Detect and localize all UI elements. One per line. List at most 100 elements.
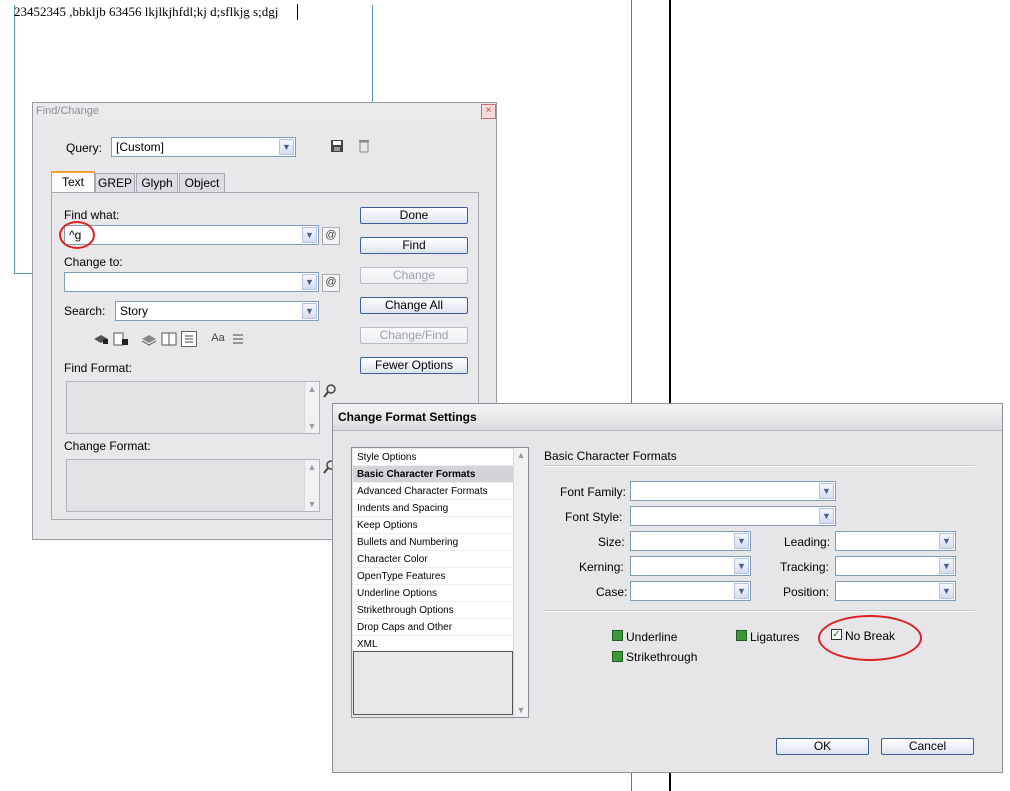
close-icon[interactable]: × (481, 104, 496, 119)
category-item[interactable]: Keep Options (353, 517, 513, 534)
case-select[interactable]: ▼ (630, 581, 751, 601)
chevron-down-icon[interactable]: ▼ (302, 303, 317, 319)
change-to-input[interactable]: ▼ (64, 272, 319, 292)
category-item[interactable]: Strikethrough Options (353, 602, 513, 619)
locked-layers-icon[interactable] (93, 332, 109, 346)
underline-checkbox[interactable] (612, 630, 623, 641)
divider (544, 465, 975, 467)
search-scope-select[interactable]: Story ▼ (115, 301, 319, 321)
category-list[interactable]: Style Options Basic Character Formats Adva… (351, 447, 529, 718)
font-family-select[interactable]: ▼ (630, 481, 836, 501)
find-what-label: Find what: (64, 208, 120, 222)
ligatures-checkbox[interactable] (736, 630, 747, 641)
chevron-down-icon[interactable]: ▼ (302, 274, 317, 290)
footnotes-icon[interactable] (181, 331, 197, 347)
chevron-down-icon[interactable]: ▼ (939, 533, 954, 549)
find-button[interactable]: Find (360, 237, 468, 254)
category-item[interactable]: Indents and Spacing (353, 500, 513, 517)
category-item[interactable]: Underline Options (353, 585, 513, 602)
list-empty-area (353, 651, 513, 715)
category-item[interactable]: Drop Caps and Other (353, 619, 513, 636)
ok-button[interactable]: OK (776, 738, 869, 755)
category-item[interactable]: Character Color (353, 551, 513, 568)
position-label: Position: (783, 585, 830, 599)
change-format-label: Change Format: (64, 439, 151, 453)
change-to-label: Change to: (64, 255, 123, 269)
master-pages-icon[interactable] (161, 332, 177, 346)
chevron-down-icon[interactable]: ▼ (939, 583, 954, 599)
find-change-titlebar[interactable]: Find/Change (33, 103, 496, 119)
chevron-down-icon[interactable]: ▼ (734, 583, 749, 599)
fewer-options-button[interactable]: Fewer Options (360, 357, 468, 374)
category-item[interactable]: Advanced Character Formats (353, 483, 513, 500)
change-button[interactable]: Change (360, 267, 468, 284)
hidden-layers-icon[interactable] (141, 332, 157, 346)
annotation-circle (818, 615, 922, 661)
tab-glyph[interactable]: Glyph (136, 173, 178, 193)
document-text[interactable]: 23452345 ,bbkljb 63456 lkjlkjhfdl;kj d;s… (14, 4, 278, 20)
chevron-down-icon[interactable]: ▼ (819, 508, 834, 524)
tracking-select[interactable]: ▼ (835, 556, 956, 576)
font-style-select[interactable]: ▼ (630, 506, 836, 526)
locked-stories-icon[interactable] (113, 332, 129, 346)
size-select[interactable]: ▼ (630, 531, 751, 551)
cancel-button[interactable]: Cancel (881, 738, 974, 755)
annotation-circle (59, 221, 95, 249)
leading-select[interactable]: ▼ (835, 531, 956, 551)
category-item[interactable]: Bullets and Numbering (353, 534, 513, 551)
done-button[interactable]: Done (360, 207, 468, 224)
query-value: [Custom] (116, 140, 165, 154)
strikethrough-label: Strikethrough (626, 650, 698, 664)
change-format-dialog: Change Format Settings Style Options Basi… (332, 403, 1003, 773)
scrollbar[interactable]: ▲ ▼ (513, 448, 528, 717)
category-item[interactable]: Basic Character Formats (353, 466, 513, 483)
leading-label: Leading: (784, 535, 831, 549)
underline-label: Underline (626, 630, 678, 644)
scrollbar[interactable]: ▲ ▼ (304, 460, 319, 511)
tab-grep[interactable]: GREP (95, 173, 135, 193)
change-find-button[interactable]: Change/Find (360, 327, 468, 344)
change-format-box[interactable]: ▲ ▼ (66, 459, 320, 512)
chevron-down-icon[interactable]: ▼ (819, 483, 834, 499)
scrollbar[interactable]: ▲ ▼ (304, 382, 319, 433)
query-label: Query: (66, 141, 103, 155)
size-label: Size: (598, 535, 625, 549)
whole-word-icon[interactable] (231, 332, 245, 346)
chevron-down-icon[interactable]: ▼ (734, 533, 749, 549)
chevron-down-icon[interactable]: ▼ (302, 227, 317, 243)
find-format-box[interactable]: ▲ ▼ (66, 381, 320, 434)
search-label: Search: (64, 304, 106, 318)
font-family-label: Font Family: (560, 485, 627, 499)
find-what-input[interactable]: ^g ▼ (64, 225, 319, 245)
tab-text[interactable]: Text (51, 171, 95, 193)
chevron-down-icon[interactable]: ▼ (279, 139, 294, 155)
divider (544, 610, 975, 612)
category-item[interactable]: OpenType Features (353, 568, 513, 585)
search-scope-value: Story (120, 304, 149, 318)
change-all-button[interactable]: Change All (360, 297, 468, 314)
tracking-label: Tracking: (780, 560, 829, 574)
section-title: Basic Character Formats (544, 449, 677, 463)
save-query-icon[interactable] (330, 139, 344, 153)
ligatures-label: Ligatures (750, 630, 800, 644)
font-style-label: Font Style: (565, 510, 623, 524)
find-format-label: Find Format: (64, 361, 133, 375)
case-sensitive-icon[interactable]: Aa (209, 332, 227, 346)
kerning-label: Kerning: (579, 560, 624, 574)
strikethrough-checkbox[interactable] (612, 651, 623, 662)
tab-object[interactable]: Object (179, 173, 225, 193)
special-characters-icon[interactable]: @ (322, 227, 340, 245)
chevron-down-icon[interactable]: ▼ (734, 558, 749, 574)
query-select[interactable]: [Custom] ▼ (111, 137, 296, 157)
category-item[interactable]: Style Options (353, 449, 513, 466)
case-label: Case: (596, 585, 628, 599)
position-select[interactable]: ▼ (835, 581, 956, 601)
chevron-down-icon[interactable]: ▼ (939, 558, 954, 574)
kerning-select[interactable]: ▼ (630, 556, 751, 576)
find-change-title: Find/Change (36, 105, 99, 117)
text-cursor (297, 4, 298, 20)
specify-find-format-icon[interactable] (322, 383, 338, 399)
special-characters-icon[interactable]: @ (322, 274, 340, 292)
change-format-titlebar[interactable]: Change Format Settings (333, 404, 1002, 431)
delete-query-icon[interactable] (357, 139, 371, 153)
